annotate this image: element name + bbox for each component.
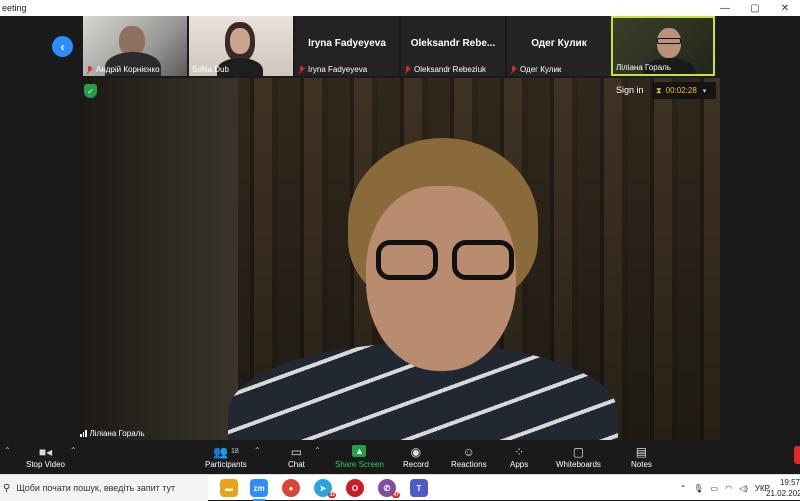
chat-button[interactable]: ▭ Chat	[288, 443, 305, 470]
meeting-toolbar: ⌃ ■◂ Stop Video ⌃ 👥 18 Participants ⌃ ▭ …	[0, 440, 800, 474]
window-titlebar: eeting — ▢ ✕	[0, 0, 800, 16]
apps-button[interactable]: ⁘ Apps	[510, 443, 528, 470]
video-camera-icon: ■◂	[38, 444, 53, 459]
share-screen-icon: ▲	[352, 445, 367, 457]
participants-icon: 👥	[213, 444, 228, 459]
minimize-button[interactable]: —	[710, 0, 740, 16]
main-speaker-video[interactable]: ✓ Sign in ⧗ 00:02:28 ▾ Ліліана Гораль	[78, 78, 720, 440]
notes-button[interactable]: ▤ Notes	[631, 443, 652, 470]
participants-button[interactable]: 👥 18 Participants	[205, 443, 247, 470]
telegram-icon[interactable]: ➤ 32	[314, 479, 336, 498]
maximize-button[interactable]: ▢	[740, 0, 770, 16]
participant-name: Oleksandr Rebeziuk	[414, 65, 487, 74]
mic-muted-icon	[510, 65, 517, 74]
participant-tile[interactable]: Андрій Корнієнко	[83, 16, 187, 76]
windows-taskbar: ⚲ Щоби почати пошук, введіть запит тут ▬…	[0, 474, 800, 501]
whiteboard-icon: ▢	[572, 444, 585, 459]
gallery-strip: ‹ Андрій Корнієнко Sofiia Dub Iryna Fady…	[0, 16, 800, 78]
file-explorer-icon[interactable]: ▬	[220, 479, 238, 497]
participant-big-name: Одег Кулик	[531, 38, 587, 49]
mic-muted-icon	[86, 65, 93, 74]
participant-tile-active-speaker[interactable]: Ліліана Гораль	[611, 16, 715, 76]
chat-bubble-icon: ▭	[290, 444, 303, 459]
system-tray: ⌃ 🎙 ▭ ◠ ◁) УКР	[680, 475, 770, 501]
clock-date: 21.02.2022	[766, 489, 800, 498]
speaker-figure	[228, 138, 618, 440]
search-icon: ⚲	[3, 482, 11, 494]
mic-muted-icon	[404, 65, 411, 74]
record-icon: ◉	[410, 444, 422, 459]
smiley-icon: ☺	[462, 444, 475, 459]
chevron-up-icon[interactable]: ⌃	[70, 446, 77, 455]
participant-tile[interactable]: Одег Кулик Одег Кулик	[507, 16, 611, 76]
timer-value: 00:02:28	[665, 86, 697, 95]
participants-count: 18	[230, 448, 239, 455]
battery-icon[interactable]: ▭	[711, 484, 719, 493]
participant-name: Ліліана Гораль	[616, 63, 671, 72]
participant-big-name: Iryna Fadyeyeva	[308, 38, 386, 49]
participant-name: Sofiia Dub	[192, 65, 229, 74]
chrome-icon[interactable]: ●	[282, 479, 300, 497]
clock-time: 19:57	[779, 478, 800, 487]
zoom-icon[interactable]: zm	[250, 479, 268, 501]
recording-timer[interactable]: ⧗ 00:02:28 ▾	[652, 82, 716, 99]
chevron-left-icon: ‹	[60, 39, 65, 54]
participant-name: Iryna Fadyeyeva	[308, 65, 368, 74]
chevron-up-icon[interactable]: ⌃	[4, 446, 11, 455]
chevron-up-icon[interactable]: ⌃	[314, 446, 321, 455]
chevron-down-icon: ▾	[702, 87, 707, 95]
teams-icon[interactable]: T	[410, 479, 428, 497]
taskbar-search[interactable]: ⚲ Щоби почати пошук, введіть запит тут	[0, 475, 208, 501]
viber-icon[interactable]: ✆ 47	[378, 479, 400, 498]
whiteboards-button[interactable]: ▢ Whiteboards	[556, 443, 601, 470]
record-button[interactable]: ◉ Record	[403, 443, 429, 470]
microphone-icon[interactable]: 🎙	[693, 484, 703, 493]
speaker-name: Ліліана Гораль	[89, 429, 145, 438]
encryption-shield-icon[interactable]: ✓	[84, 84, 97, 98]
signin-link[interactable]: Sign in	[616, 85, 644, 95]
gallery-prev-button[interactable]: ‹	[52, 36, 73, 57]
taskbar-clock[interactable]: 19:57 21.02.2022	[766, 477, 800, 499]
participant-name: Одег Кулик	[520, 65, 562, 74]
chevron-up-icon[interactable]: ⌃	[680, 484, 687, 493]
search-placeholder: Щоби почати пошук, введіть запит тут	[16, 483, 176, 493]
end-meeting-button[interactable]	[794, 446, 800, 464]
volume-icon[interactable]: ◁)	[739, 484, 748, 493]
viber-badge: 47	[392, 492, 400, 498]
stop-video-button[interactable]: ■◂ Stop Video	[26, 443, 65, 470]
mic-muted-icon	[298, 65, 305, 74]
opera-icon[interactable]: O	[346, 479, 364, 497]
signal-strength-icon	[80, 430, 87, 437]
participant-tile[interactable]: Iryna Fadyeyeva Iryna Fadyeyeva	[295, 16, 399, 76]
notes-icon: ▤	[635, 444, 648, 459]
close-button[interactable]: ✕	[770, 0, 800, 16]
reactions-button[interactable]: ☺ Reactions	[451, 443, 487, 470]
apps-icon: ⁘	[514, 444, 525, 459]
hourglass-icon: ⧗	[656, 85, 662, 95]
participant-tile[interactable]: Sofiia Dub	[189, 16, 293, 76]
participant-big-name: Oleksandr Rebe...	[410, 38, 496, 49]
participant-name: Андрій Корнієнко	[96, 65, 160, 74]
telegram-badge: 32	[328, 492, 336, 498]
window-title: eeting	[2, 3, 27, 13]
chevron-up-icon[interactable]: ⌃	[254, 446, 261, 455]
share-screen-button[interactable]: ▲ Share Screen	[335, 443, 384, 469]
participant-tile[interactable]: Oleksandr Rebe... Oleksandr Rebeziuk	[401, 16, 505, 76]
wifi-icon[interactable]: ◠	[725, 484, 732, 493]
